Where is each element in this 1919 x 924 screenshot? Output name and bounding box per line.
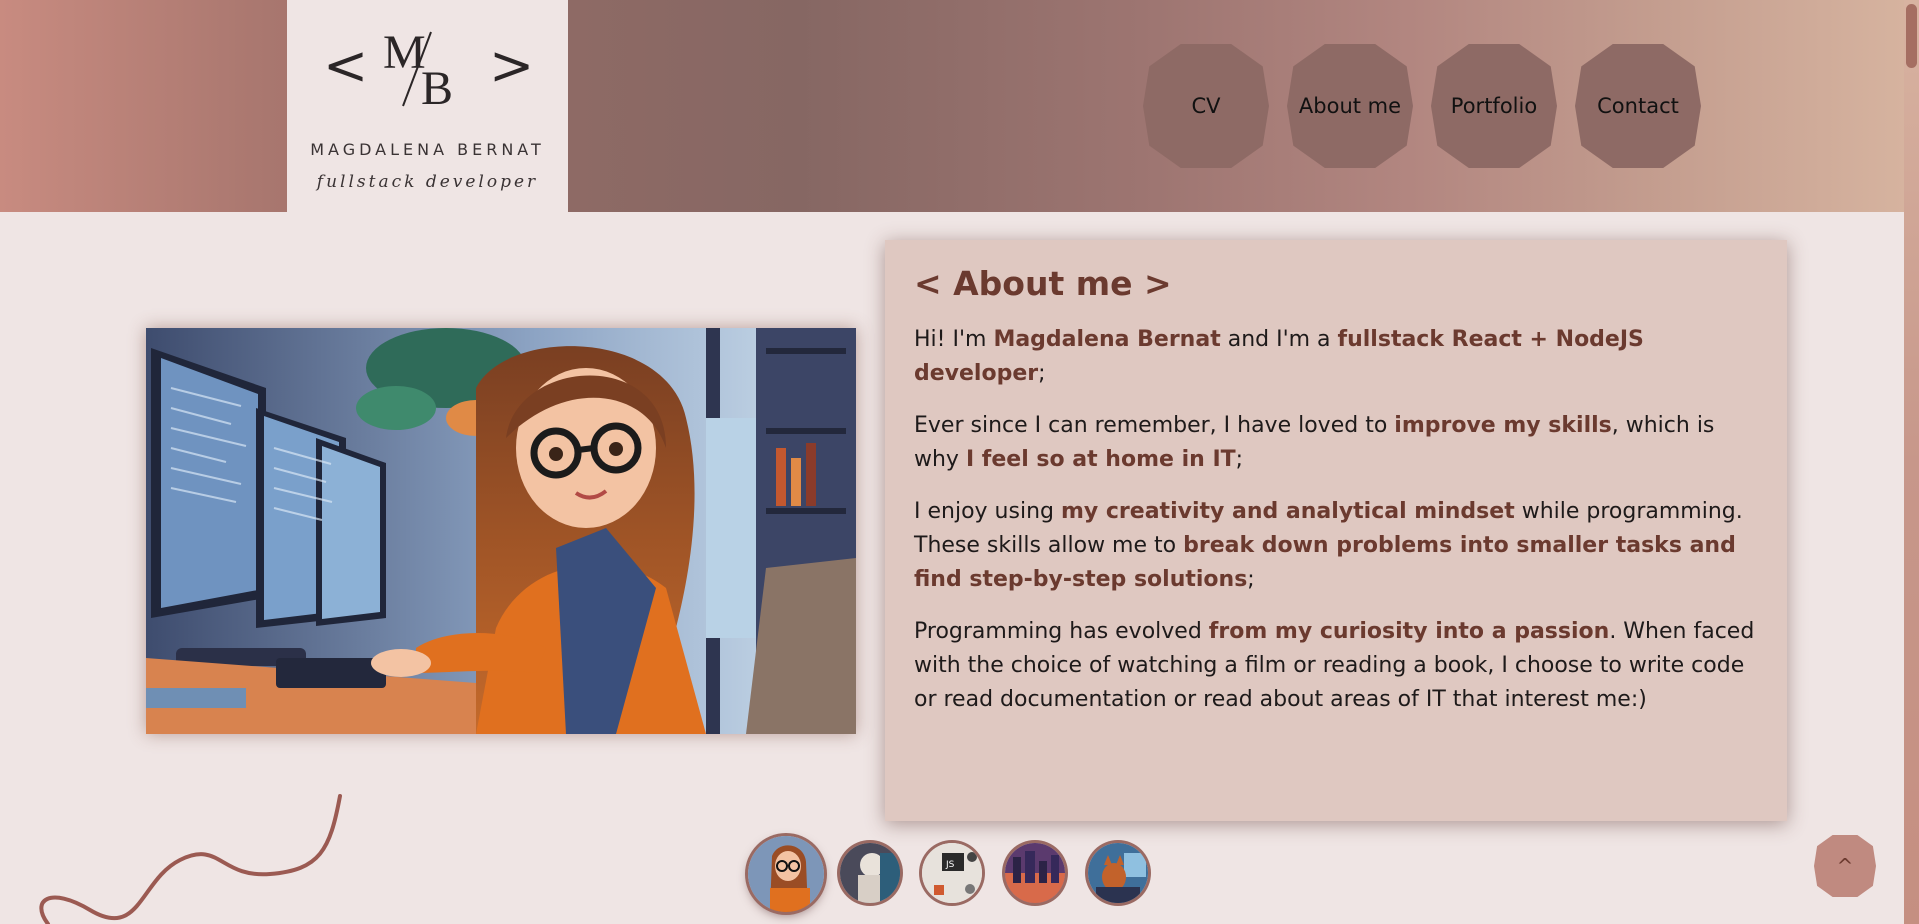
site-header: < > M B MAGDALENA BERNAT fullstack devel…: [0, 0, 1904, 212]
scrollbar-thumb[interactable]: [1906, 4, 1917, 68]
scrollbar[interactable]: [1904, 0, 1919, 924]
text: and I'm a: [1220, 327, 1338, 352]
brand-tagline: fullstack developer: [316, 172, 539, 192]
text: ;: [1038, 361, 1046, 386]
developer-illustration-icon: [146, 328, 856, 734]
nav-portfolio-button[interactable]: Portfolio: [1431, 44, 1557, 168]
about-paragraph-1: Hi! I'm Magdalena Bernat and I'm a fulls…: [914, 323, 1759, 391]
svg-text:M: M: [383, 26, 426, 79]
city-night-thumbnail-icon: [1005, 843, 1065, 903]
highlight: improve my skills: [1394, 413, 1612, 438]
about-card: < About me > Hi! I'm Magdalena Bernat an…: [885, 240, 1787, 821]
text: Hi! I'm: [914, 327, 994, 352]
developer-girl-thumbnail-icon: [748, 836, 824, 912]
text: I enjoy using: [914, 499, 1061, 524]
chevron-up-icon: ^: [1836, 854, 1854, 878]
js-desk-thumbnail-icon: JS: [922, 843, 982, 903]
thumb-fox-computer[interactable]: [1088, 843, 1148, 903]
nav-contact-button[interactable]: Contact: [1575, 44, 1701, 168]
thumb-js-desk[interactable]: JS: [922, 843, 982, 903]
svg-text:B: B: [421, 62, 453, 110]
nav-about-button[interactable]: About me: [1287, 44, 1413, 168]
text: ;: [1235, 447, 1244, 472]
svg-text:<: <: [323, 34, 368, 97]
fox-computer-thumbnail-icon: [1088, 843, 1148, 903]
logo[interactable]: < > M B MAGDALENA BERNAT fullstack devel…: [287, 0, 568, 212]
highlight: Magdalena Bernat: [993, 327, 1221, 352]
text: ;: [1247, 567, 1255, 592]
astronaut-thumbnail-icon: [840, 843, 900, 903]
hero-illustration: [146, 328, 856, 734]
text: Ever since I can remember, I have loved …: [914, 413, 1395, 438]
thumb-astronaut[interactable]: [840, 843, 900, 903]
highlight: from my curiosity into a passion: [1208, 619, 1610, 644]
back-to-top-button[interactable]: ^: [1814, 835, 1876, 897]
monogram-logo-icon: < > M B: [323, 26, 529, 110]
about-title: < About me >: [914, 264, 1172, 303]
thumb-city-night[interactable]: [1005, 843, 1065, 903]
about-paragraph-2: Ever since I can remember, I have loved …: [914, 409, 1759, 477]
thumb-developer-girl[interactable]: [748, 836, 824, 912]
about-paragraph-3: I enjoy using my creativity and analytic…: [914, 495, 1759, 597]
about-paragraph-4: Programming has evolved from my curiosit…: [914, 615, 1759, 717]
brand-name: MAGDALENA BERNAT: [310, 140, 545, 159]
nav-cv-button[interactable]: CV: [1143, 44, 1269, 168]
svg-text:>: >: [489, 34, 529, 97]
decorative-squiggle-icon: [39, 794, 342, 924]
text: Programming has evolved: [914, 619, 1209, 644]
svg-text:JS: JS: [945, 860, 955, 870]
highlight: my creativity and analytical mindset: [1060, 499, 1515, 524]
highlight: I feel so at home in IT: [965, 447, 1236, 472]
